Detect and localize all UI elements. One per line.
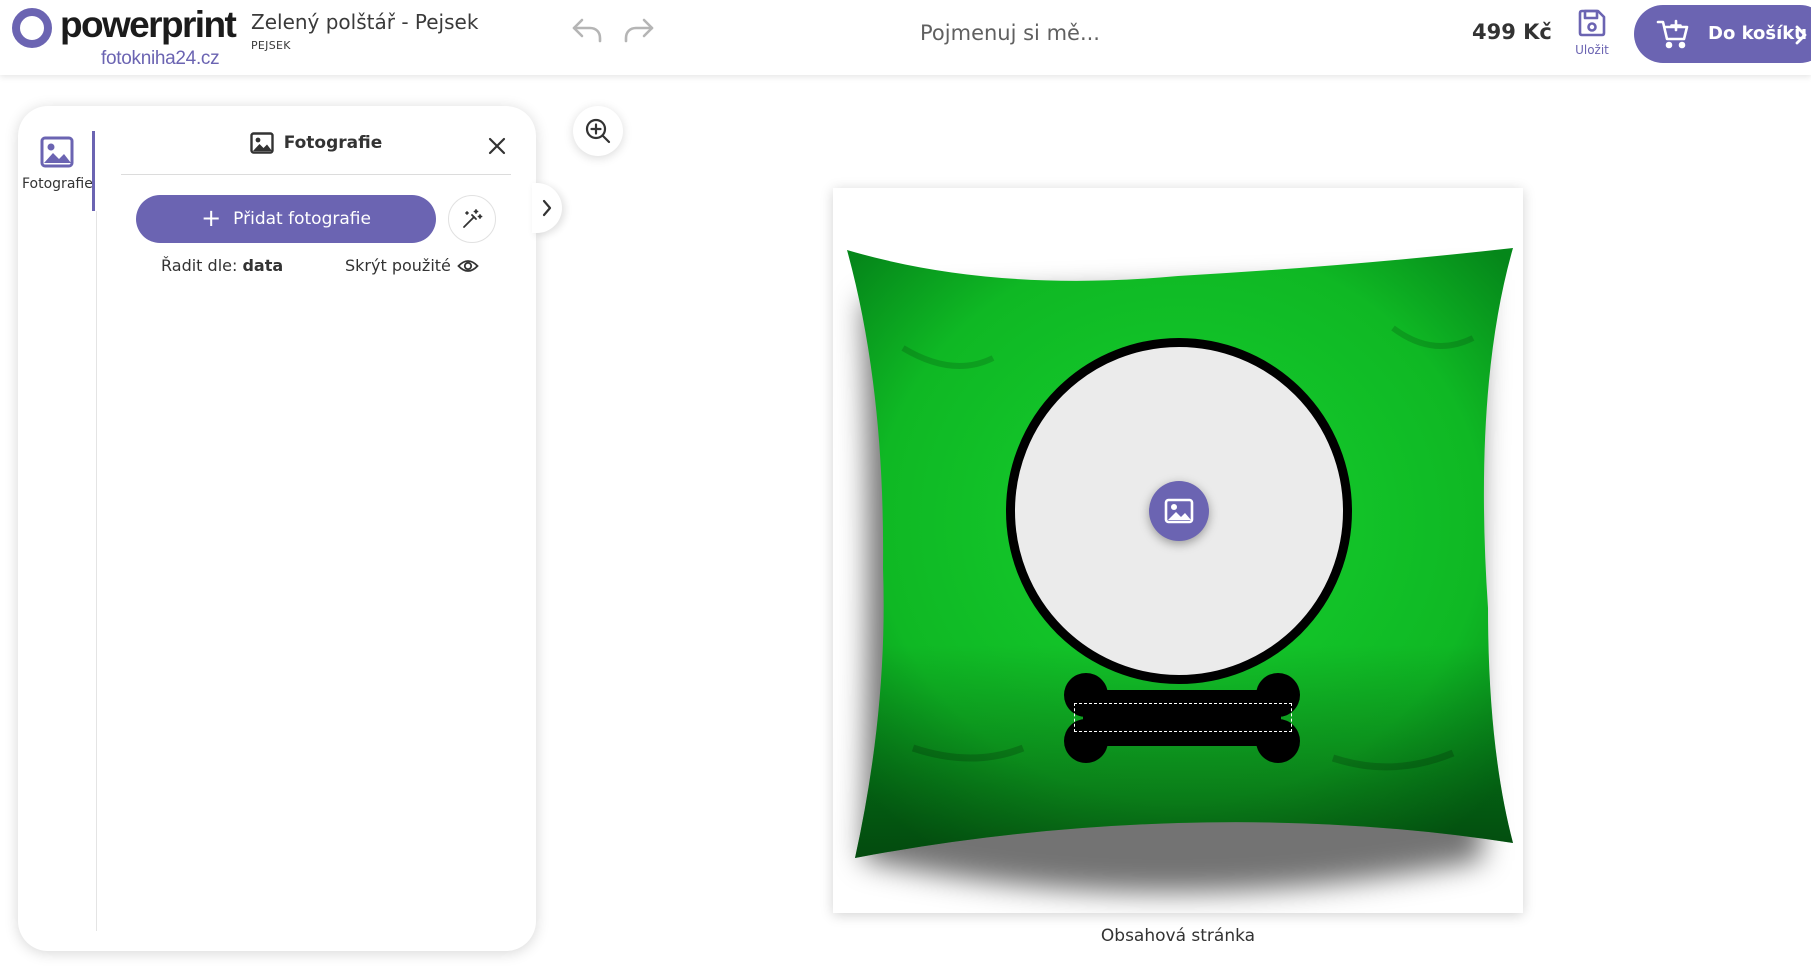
close-icon [488,137,506,155]
magic-wand-icon [463,209,483,228]
add-photos-button[interactable]: + Přidat fotografie [136,195,436,243]
image-icon [40,136,74,168]
save-button[interactable]: Uložit [1568,8,1616,64]
image-icon [250,132,274,154]
add-to-cart-label: Do košíku [1708,23,1808,44]
project-name-input[interactable] [840,14,1180,52]
hide-used-toggle[interactable]: Skrýt použité [345,256,479,275]
page-label: Obsahová stránka [1100,926,1256,946]
active-tab-indicator [92,131,95,211]
sort-value: data [242,256,284,275]
price-label: 499 Kč [1472,20,1552,44]
panel-divider [96,211,97,931]
name-text-field[interactable] [1074,703,1292,732]
add-photos-label: Přidat fotografie [233,209,371,229]
save-label: Uložit [1575,43,1609,57]
panel-title: Fotografie [283,133,383,153]
product-subtitle: PEJSEK [251,39,291,52]
product-title: Zelený polštář - Pejsek [251,10,479,34]
logo-wordmark: powerprint [60,4,237,45]
save-icon [1578,9,1606,37]
redo-icon [624,18,654,43]
image-icon [1164,498,1194,524]
redo-button[interactable] [619,12,659,48]
eye-icon [457,259,479,272]
product-canvas[interactable] [833,188,1523,913]
add-to-cart-button[interactable]: Do košíku [1634,5,1811,63]
plus-icon: + [201,203,222,232]
product-title-block: Zelený polštář - Pejsek PEJSEK [251,10,478,52]
add-photo-to-frame-button[interactable] [1149,481,1209,541]
logo[interactable]: powerprint fotokniha24.cz [10,4,237,69]
undo-icon [572,18,602,43]
chevron-right-icon [542,199,552,217]
photo-frame-circle[interactable] [1006,338,1352,684]
cart-icon [1656,19,1689,49]
sidebar-tab-label: Fotografie [22,176,93,192]
chevron-right-icon [1795,25,1807,45]
sort-prefix: Řadit dle: [161,256,238,275]
sort-selector[interactable]: Řadit dle: data [161,256,283,275]
panel-title-wrap: Fotografie [121,132,511,154]
undo-button[interactable] [567,12,607,48]
close-panel-button[interactable] [483,132,511,160]
zoom-in-icon [585,118,611,144]
hide-used-label: Skrýt použité [345,256,451,275]
collapse-panel-button[interactable] [532,183,562,233]
zoom-in-button[interactable] [573,106,623,156]
top-bar: powerprint fotokniha24.cz Zelený polštář… [0,0,1811,75]
photos-panel: Fotografie Fotografie + Přidat fotografi… [18,106,536,951]
sidebar-tab-photos[interactable]: Fotografie [22,136,93,206]
logo-subtitle: fotokniha24.cz [101,48,220,69]
logo-ring [12,8,52,48]
panel-header: Fotografie [121,120,511,175]
auto-fill-button[interactable] [448,195,496,243]
